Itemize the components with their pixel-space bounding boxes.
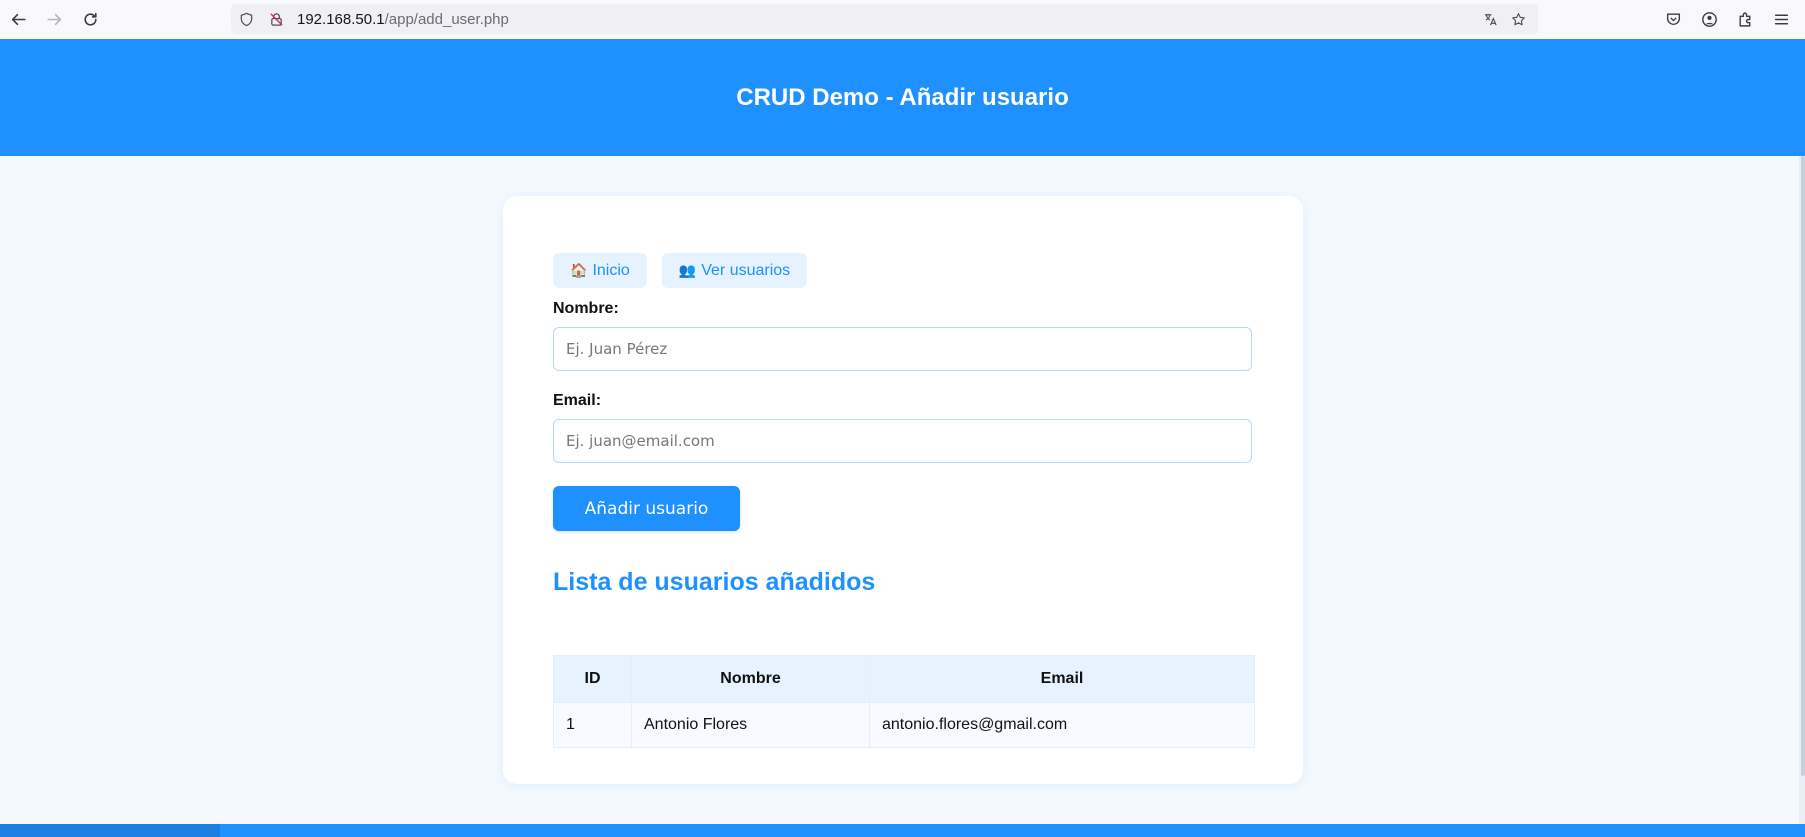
arrow-right-icon: [46, 13, 61, 26]
users-icon: 👥: [678, 262, 697, 278]
users-list-title: Lista de usuarios añadidos: [553, 568, 876, 596]
email-input[interactable]: [553, 419, 1252, 463]
home-link[interactable]: 🏠 Inicio: [553, 253, 647, 288]
form-card: 🏠 Inicio 👥 Ver usuarios Nombre: Email: A…: [503, 196, 1303, 784]
reload-icon: [83, 12, 97, 26]
home-link-label: Inicio: [592, 261, 630, 279]
users-table: ID Nombre Email 1 Antonio Flores antonio…: [553, 655, 1255, 748]
page-footer: [0, 824, 1805, 837]
view-users-link-label: Ver usuarios: [701, 261, 791, 279]
table-row: 1 Antonio Flores antonio.flores@gmail.co…: [553, 702, 1255, 748]
url-path: /app/add_user.php: [384, 10, 509, 28]
add-user-button[interactable]: Añadir usuario: [553, 486, 740, 531]
url-text[interactable]: 192.168.50.1/app/add_user.php: [297, 11, 509, 28]
pocket-icon[interactable]: [1655, 3, 1691, 35]
extensions-icon[interactable]: [1727, 3, 1763, 35]
forward-button[interactable]: [36, 4, 72, 36]
url-bar[interactable]: 192.168.50.1/app/add_user.php: [231, 4, 1538, 34]
nav-links: 🏠 Inicio 👥 Ver usuarios: [553, 253, 808, 288]
scrollbar-thumb[interactable]: [1801, 156, 1805, 776]
browser-toolbar: 192.168.50.1/app/add_user.php: [0, 0, 1805, 40]
page-scrollbar[interactable]: [1799, 156, 1805, 824]
url-host: 192.168.50.1: [297, 10, 385, 28]
cell-id: 1: [553, 702, 632, 748]
account-icon[interactable]: [1691, 3, 1727, 35]
column-header-id: ID: [553, 655, 632, 703]
footer-segment: [0, 824, 220, 837]
name-label: Nombre:: [553, 300, 619, 317]
column-header-email: Email: [869, 655, 1255, 703]
insecure-lock-icon[interactable]: [261, 4, 291, 34]
menu-icon[interactable]: [1763, 3, 1799, 35]
page-header: CRUD Demo - Añadir usuario: [0, 39, 1805, 156]
view-users-link[interactable]: 👥 Ver usuarios: [661, 253, 808, 288]
name-input[interactable]: [553, 327, 1252, 371]
page-title: CRUD Demo - Añadir usuario: [736, 83, 1069, 111]
translate-icon[interactable]: [1476, 4, 1504, 34]
reload-button[interactable]: [72, 4, 108, 36]
column-header-name: Nombre: [631, 655, 870, 703]
email-label: Email:: [553, 392, 602, 409]
back-button[interactable]: [0, 4, 36, 36]
house-icon: 🏠: [570, 262, 588, 278]
arrow-left-icon: [11, 13, 26, 26]
bookmark-star-icon[interactable]: [1504, 4, 1532, 34]
cell-email: antonio.flores@gmail.com: [869, 702, 1255, 748]
shield-icon[interactable]: [231, 4, 261, 34]
table-header-row: ID Nombre Email: [553, 655, 1255, 703]
cell-name: Antonio Flores: [631, 702, 870, 748]
